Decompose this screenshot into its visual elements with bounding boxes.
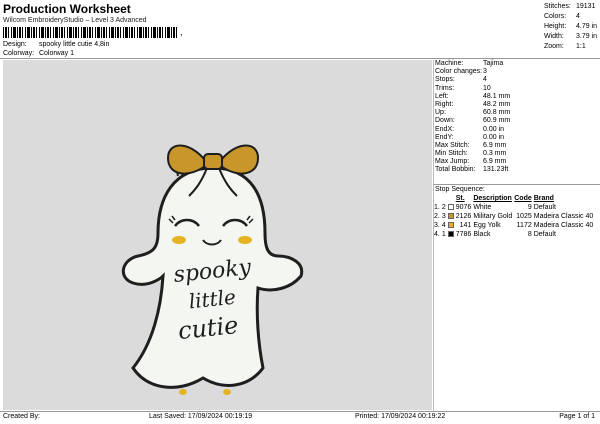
stop-sequence-table: St. Description Code Brand 1. 2 9076 Whi… [433,194,594,239]
colorway-label: Colorway: [3,50,35,57]
barcode-end: , [180,27,183,37]
bow-right [220,144,260,175]
ghost-design: spooky little cutie [122,144,304,395]
color-swatch [447,231,454,238]
table-row: 1. 2 9076 White 9 Default [434,204,556,211]
property-row: Max Jump: 6.9 mm [435,158,507,166]
col-st: St. [455,195,465,202]
page-number: Page 1 of 1 [559,413,595,420]
property-row: Down: 60.9 mm [435,117,511,125]
property-row: Machine: Tajima [435,60,504,67]
property-row: Trims: 10 [435,84,491,92]
property-row: Up: 60.8 mm [435,109,511,117]
foot-mark-right [223,389,231,395]
bow-knot [203,153,223,170]
colorway-value: Colorway 1 [38,50,74,57]
stop-sequence-title: Stop Sequence: [435,186,485,193]
created-by: Created By: [3,413,40,420]
property-row: EndX: 0.00 in [435,125,505,133]
col-brand: Brand [533,195,554,202]
property-row: Right: 48.2 mm [435,100,511,108]
property-row: Color changes:3 [435,68,487,76]
color-swatch [447,204,454,211]
property-row: Stops: 4 [435,76,487,84]
table-row: 3. 4 141 Egg Yolk 1172 Madeira Classic 4… [434,222,594,229]
cheek-left [172,236,186,244]
footer: Created By: Last Saved: 17/09/2024 00:19… [3,412,597,422]
design-text-little: little [188,285,237,314]
color-swatch [447,213,454,220]
col-code: Code [514,195,532,202]
colorway-row: Colorway: Colorway 1 [3,50,74,57]
design-value: spooky little cutie 4,8in [38,41,110,48]
stat-row: Stitches: 19131 [544,3,596,10]
property-row: Min Stitch: 0.3 mm [435,150,507,158]
stat-row: Height: 4.79 in [544,23,598,30]
stat-row: Colors: 4 [544,13,580,20]
stat-row: Width: 3.79 in [544,33,598,40]
property-row: Left: 48.1 mm [435,92,511,100]
software-subtitle: Wilcom EmbroideryStudio – Level 3 Advanc… [3,17,147,24]
bow-left [166,144,206,175]
col-description: Description [473,195,512,202]
design-label: Design: [3,41,27,48]
machine-properties: Machine: Tajima Color changes:3 Stops: 4 T… [435,60,510,175]
worksheet-title: Production Worksheet [3,2,131,16]
property-row: Total Bobbin: 131.23ft [435,166,509,174]
table-row: 4. 1 7786 Black 8 Default [434,231,556,238]
last-saved: Last Saved: 17/09/2024 00:19:19 [149,413,253,420]
foot-mark-left [179,389,187,395]
design-row: Design: spooky little cutie 4,8in [3,41,109,48]
stat-row: Zoom: 1:1 [544,43,586,50]
header-divider [0,58,600,59]
table-row: 2. 3 2126 Military Gold 1025 Madeira Cla… [434,213,594,220]
stats-panel: Stitches: 19131 Colors: 4 Height: 4.79 in W… [544,2,597,52]
stop-header-row: St. Description Code Brand [433,194,594,203]
color-swatch [447,222,454,229]
cheek-right [238,236,252,244]
property-row: Max Stitch: 6.9 mm [435,141,507,149]
stop-divider [433,184,600,185]
design-preview: spooky little cutie [3,60,432,410]
printed-date: Printed: 17/09/2024 00:19:22 [355,413,446,420]
barcode [3,27,178,38]
property-row: EndY: 0.00 in [435,133,505,141]
